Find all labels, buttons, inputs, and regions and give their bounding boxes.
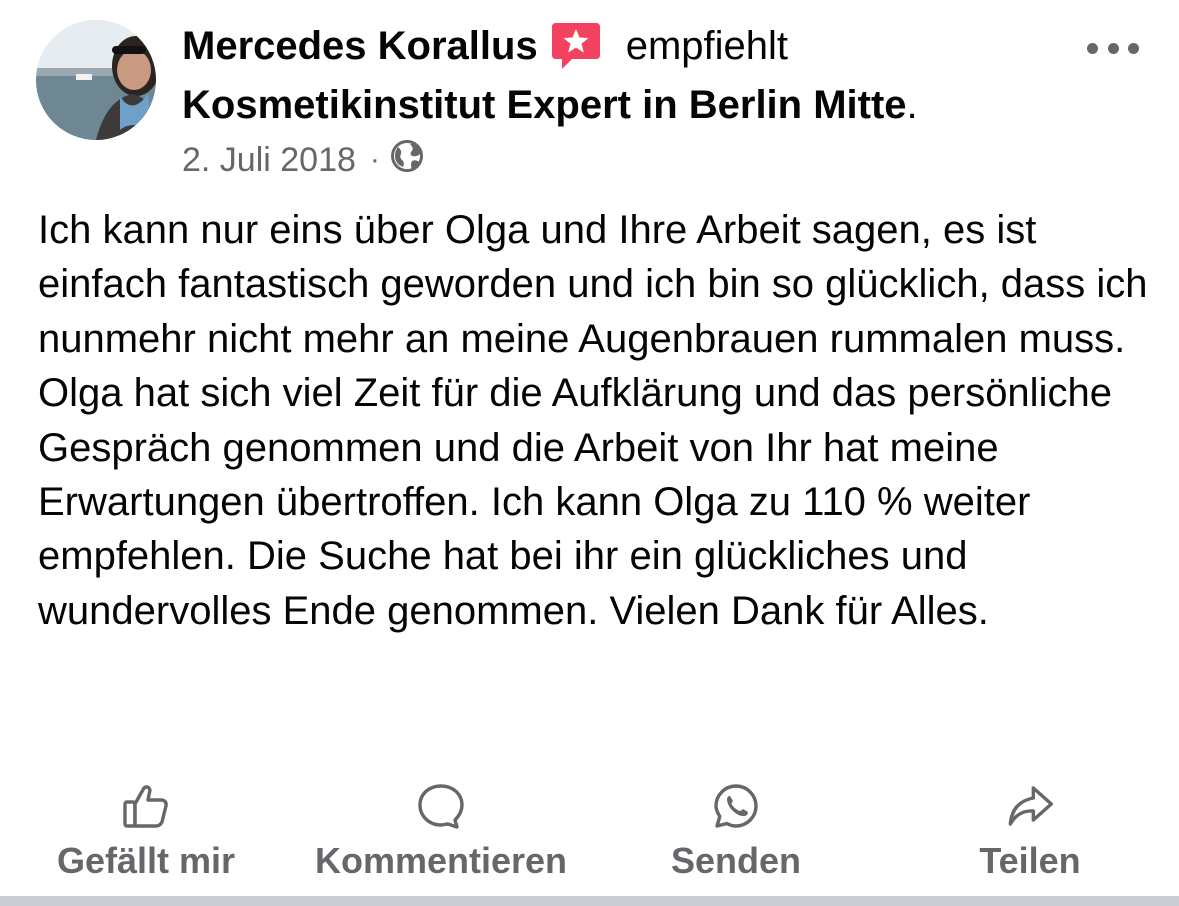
share-arrow-icon (1006, 782, 1054, 830)
avatar-photo (36, 20, 156, 140)
post-date[interactable]: 2. Juli 2018 (182, 141, 356, 180)
author-name[interactable]: Mercedes Korallus (182, 24, 538, 69)
share-button[interactable]: Teilen (979, 782, 1081, 882)
comment-label: Kommentieren (314, 840, 568, 881)
comment-bubble-icon (417, 782, 465, 830)
like-label: Gefällt mir (56, 840, 236, 881)
globe-icon (390, 139, 424, 182)
share-label: Teilen (979, 840, 1081, 881)
send-label: Senden (670, 840, 802, 881)
like-button[interactable]: Gefällt mir (57, 782, 235, 882)
bottom-divider (0, 896, 1179, 906)
comment-button[interactable]: Kommentieren (315, 782, 567, 882)
business-name[interactable]: Kosmetikinstitut Expert in Berlin Mitte (182, 83, 907, 128)
send-button[interactable]: Senden (671, 782, 801, 882)
author-avatar[interactable] (36, 20, 156, 140)
meta-separator: · (369, 143, 380, 176)
action-bar: Gefällt mir Kommentieren Senden Teilen (0, 782, 1179, 892)
thumbs-up-icon (122, 782, 170, 830)
business-line: Kosmetikinstitut Expert in Berlin Mitte. (182, 78, 918, 132)
whatsapp-icon (712, 782, 760, 830)
post-meta: 2. Juli 2018 · (182, 138, 424, 182)
post-text: Ich kann nur eins über Olga und Ihre Arb… (38, 208, 1148, 633)
post-header: Mercedes Korallus empfiehlt (182, 18, 788, 74)
recommendation-icon (550, 21, 602, 71)
recommends-label: empfiehlt (625, 23, 789, 68)
business-period: . (906, 82, 918, 127)
more-horizontal-icon[interactable] (1087, 38, 1139, 58)
